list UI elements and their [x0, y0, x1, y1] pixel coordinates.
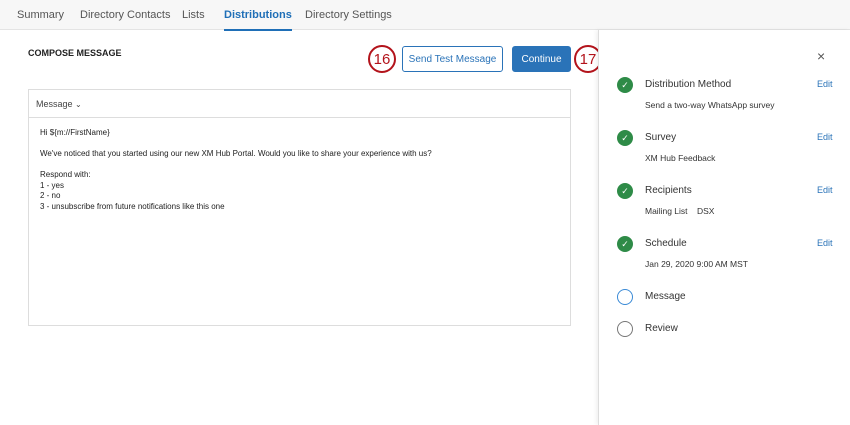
- send-test-message-button[interactable]: Send Test Message: [402, 46, 503, 72]
- callout-badge-16: 16: [368, 45, 396, 73]
- chevron-down-icon: ⌄: [75, 100, 82, 109]
- check-circle-icon: ✓: [617, 183, 633, 199]
- step-desc: Send a two-way WhatsApp survey: [645, 100, 775, 110]
- continue-button[interactable]: Continue: [512, 46, 571, 72]
- tab-directory-contacts[interactable]: Directory Contacts: [80, 9, 170, 21]
- tab-directory-settings[interactable]: Directory Settings: [305, 9, 392, 21]
- current-step-circle-icon: [617, 289, 633, 305]
- step-title: Survey: [645, 132, 677, 143]
- check-circle-icon: ✓: [617, 77, 633, 93]
- tab-distributions[interactable]: Distributions: [224, 9, 292, 31]
- message-editor: Message ⌄ Hi ${m://FirstName} We've noti…: [28, 89, 571, 326]
- message-body[interactable]: Hi ${m://FirstName} We've noticed that y…: [29, 118, 570, 222]
- tab-summary[interactable]: Summary: [17, 9, 64, 21]
- step-desc: Jan 29, 2020 9:00 AM MST: [645, 259, 749, 269]
- edit-link[interactable]: Edit: [817, 238, 833, 248]
- edit-link[interactable]: Edit: [817, 79, 833, 89]
- dropdown-label: Message: [36, 99, 73, 109]
- step-title: Recipients: [645, 185, 692, 196]
- step-title: Message: [645, 291, 686, 302]
- top-nav: Summary Directory Contacts Lists Distrib…: [0, 0, 850, 31]
- edit-link[interactable]: Edit: [817, 132, 833, 142]
- step-title: Schedule: [645, 238, 687, 249]
- close-icon[interactable]: ×: [817, 48, 825, 64]
- distribution-steps-panel: × ✓ Distribution Method Edit Send a two-…: [598, 30, 850, 425]
- check-circle-icon: ✓: [617, 236, 633, 252]
- message-type-dropdown[interactable]: Message ⌄: [29, 90, 570, 118]
- edit-link[interactable]: Edit: [817, 185, 833, 195]
- step-desc: XM Hub Feedback: [645, 153, 716, 163]
- step-title: Distribution Method: [645, 79, 732, 90]
- step-desc: Mailing List DSX: [645, 206, 715, 216]
- page-title: COMPOSE MESSAGE: [28, 48, 122, 58]
- tab-lists[interactable]: Lists: [182, 9, 205, 21]
- check-circle-icon: ✓: [617, 130, 633, 146]
- empty-circle-icon: [617, 321, 633, 337]
- step-title: Review: [645, 323, 678, 334]
